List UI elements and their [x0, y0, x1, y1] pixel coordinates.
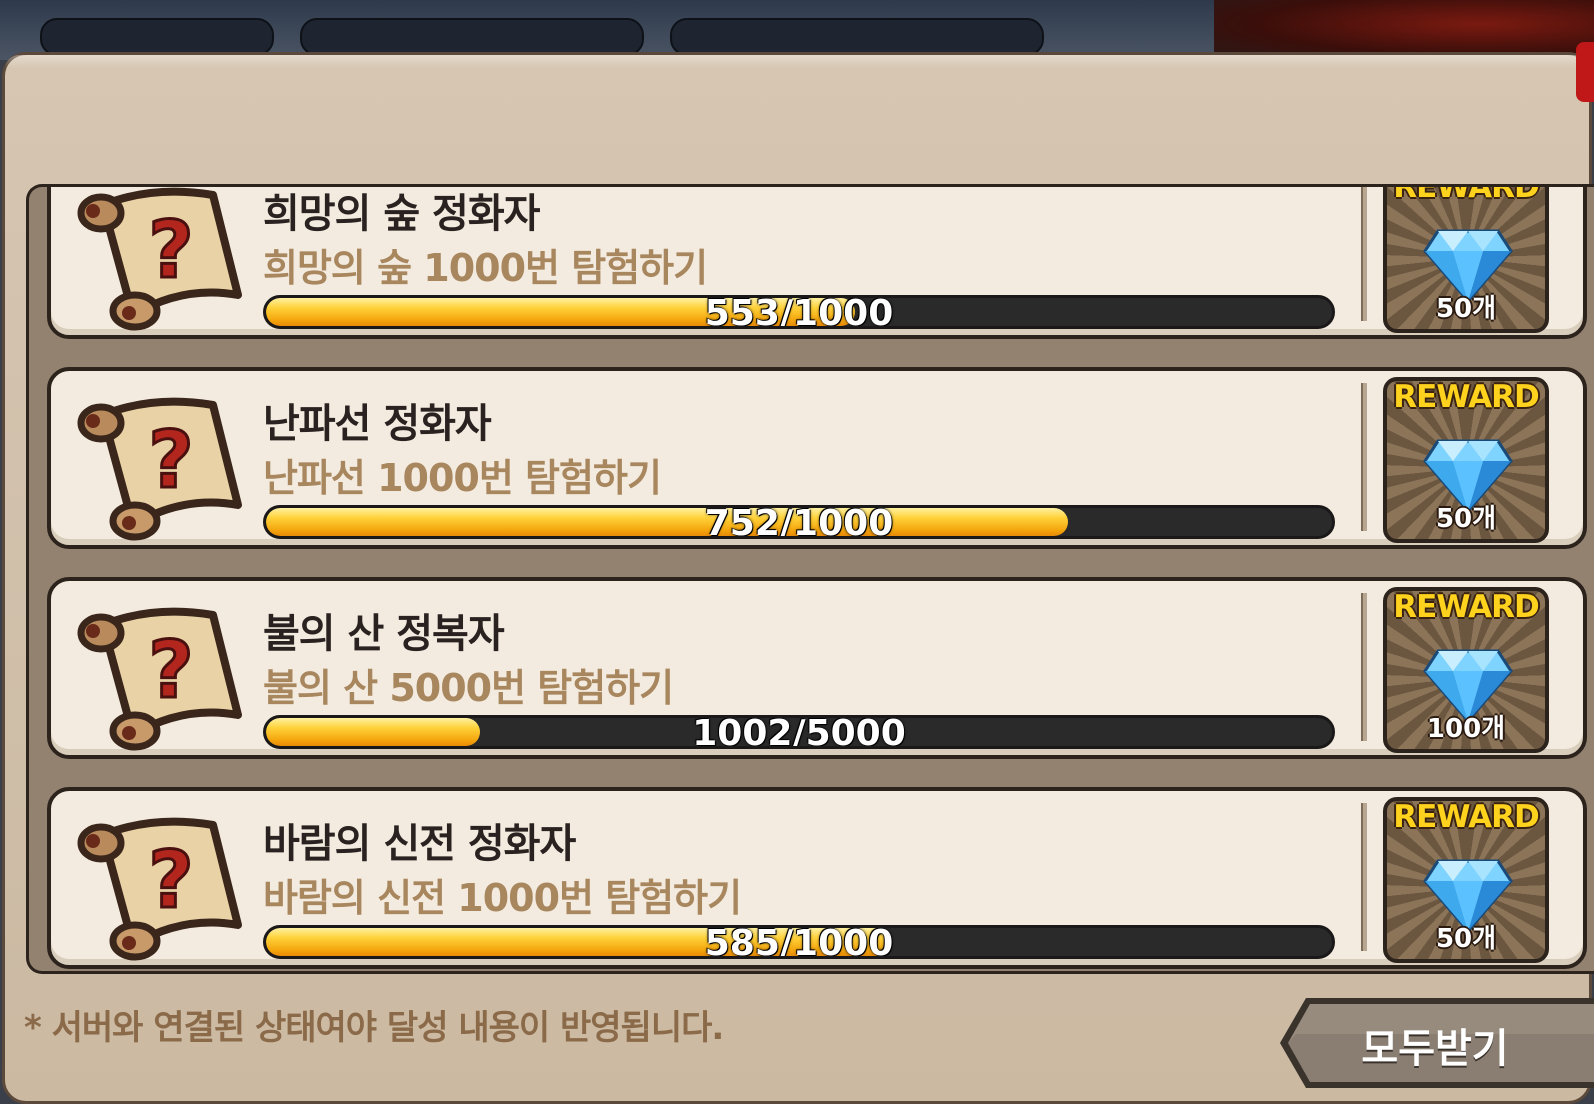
svg-text:?: ? — [148, 626, 193, 716]
achievement-title: 희망의 숲 정화자 — [263, 191, 540, 237]
progress-text: 585/1000 — [704, 925, 894, 959]
reward-quantity: 100개 — [1426, 714, 1506, 744]
reward-box[interactable]: REWARD 50개 — [1383, 797, 1549, 963]
achievement-description: 난파선 1000번 탐험하기 — [263, 456, 662, 500]
panel-highlight — [5, 55, 1589, 69]
progress-bar: 752/1000 — [263, 505, 1335, 539]
quest-scroll-icon: ? — [77, 187, 242, 331]
svg-text:?: ? — [148, 836, 193, 926]
quest-scroll-icon: ? — [77, 607, 242, 751]
quest-scroll-icon: ? — [77, 397, 242, 541]
achievement-title: 난파선 정화자 — [263, 401, 492, 447]
achievement-card: ? 바람의 신전 정화자 바람의 신전 1000번 탐험하기 585/1000 … — [47, 787, 1587, 969]
claim-all-button[interactable]: 모두받기 — [1276, 994, 1594, 1092]
close-tab[interactable] — [1576, 42, 1594, 102]
progress-bar: 1002/5000 — [263, 715, 1335, 749]
achievement-description: 바람의 신전 1000번 탐험하기 — [263, 876, 742, 920]
progress-bar: 553/1000 — [263, 295, 1335, 329]
card-divider — [1361, 593, 1367, 741]
hud-resource-slot — [300, 18, 644, 56]
reward-box[interactable]: REWARD 100개 — [1383, 587, 1549, 753]
hud-resource-slot — [670, 18, 1044, 56]
reward-box[interactable]: REWARD 50개 — [1383, 377, 1549, 543]
claim-all-label: 모두받기 — [1361, 1026, 1509, 1072]
hud-character-art — [1214, 0, 1594, 60]
achievement-description: 희망의 숲 1000번 탐험하기 — [263, 246, 708, 290]
server-connection-note: * 서버와 연결된 상태여야 달성 내용이 반영됩니다. — [24, 1008, 724, 1048]
achievement-title: 바람의 신전 정화자 — [263, 821, 576, 867]
progress-bar: 585/1000 — [263, 925, 1335, 959]
reward-quantity: 50개 — [1435, 504, 1497, 534]
card-divider — [1361, 803, 1367, 951]
achievement-list[interactable]: ? 희망의 숲 정화자 희망의 숲 1000번 탐험하기 553/1000 RE… — [26, 184, 1594, 974]
reward-label: REWARD — [1393, 379, 1539, 415]
achievement-title: 불의 산 정복자 — [263, 611, 505, 657]
card-divider — [1361, 187, 1367, 321]
achievement-card: ? 불의 산 정복자 불의 산 5000번 탐험하기 1002/5000 REW… — [47, 577, 1587, 759]
reward-quantity: 50개 — [1435, 924, 1497, 954]
achievement-description: 불의 산 5000번 탐험하기 — [263, 666, 674, 710]
progress-text: 1002/5000 — [692, 715, 906, 749]
reward-label: REWARD — [1393, 799, 1539, 835]
quest-scroll-icon: ? — [77, 817, 242, 961]
reward-quantity: 50개 — [1435, 294, 1497, 324]
hud-resource-slot — [40, 18, 274, 56]
reward-box[interactable]: REWARD 50개 — [1383, 184, 1549, 333]
card-divider — [1361, 383, 1367, 531]
progress-text: 553/1000 — [704, 295, 894, 329]
svg-text:?: ? — [148, 416, 193, 506]
achievement-card: ? 난파선 정화자 난파선 1000번 탐험하기 752/1000 REWARD… — [47, 367, 1587, 549]
achievement-card: ? 희망의 숲 정화자 희망의 숲 1000번 탐험하기 553/1000 RE… — [47, 184, 1587, 339]
top-hud-bar — [0, 0, 1594, 60]
reward-label: REWARD — [1393, 589, 1539, 625]
svg-text:?: ? — [148, 206, 193, 296]
reward-label: REWARD — [1393, 184, 1539, 205]
progress-text: 752/1000 — [704, 505, 894, 539]
